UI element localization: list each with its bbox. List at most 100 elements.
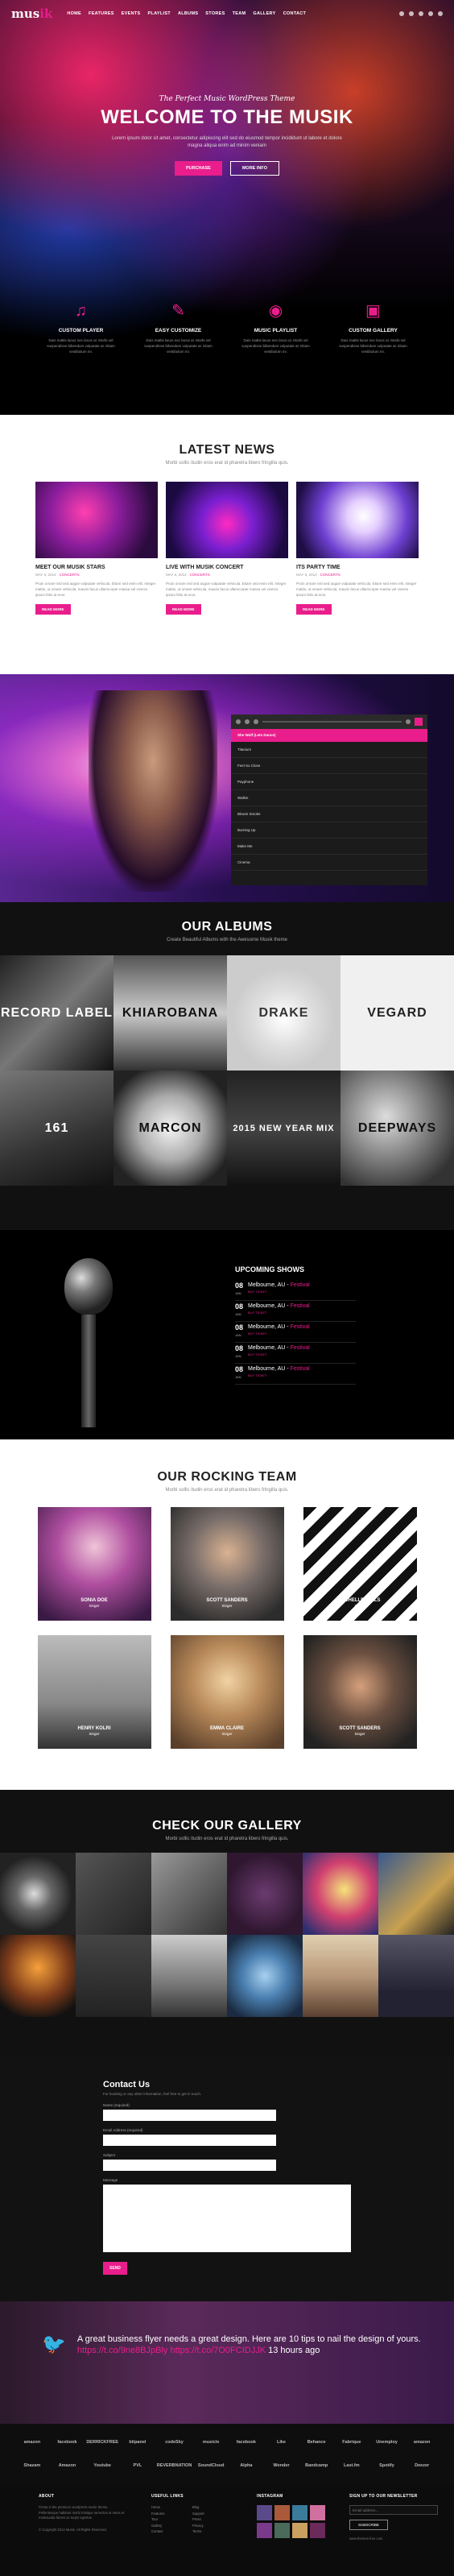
buy-ticket-link[interactable]: BUY TICKET	[248, 1311, 310, 1315]
read-more-button[interactable]: READ MORE	[35, 604, 71, 615]
menu-item-stores[interactable]: STORES	[205, 11, 225, 16]
next-icon[interactable]	[254, 719, 258, 724]
now-playing[interactable]: She Wolf (Lets Dance)	[231, 729, 427, 742]
footer-link[interactable]: Tour	[151, 2517, 192, 2523]
google-plus-icon[interactable]	[419, 11, 423, 16]
album-cover[interactable]: 2015 NEW YEAR MIX	[227, 1071, 340, 1186]
purchase-button[interactable]: PURCHASE	[174, 161, 222, 176]
playlist-item[interactable]: Feel So Close	[231, 758, 427, 774]
footer-link[interactable]: Privacy	[192, 2524, 233, 2529]
news-image[interactable]	[296, 482, 419, 558]
news-image[interactable]	[166, 482, 288, 558]
instagram-thumb[interactable]	[257, 2505, 272, 2520]
name-field[interactable]	[103, 2110, 276, 2121]
footer-link[interactable]: Terms	[192, 2529, 233, 2535]
menu-item-gallery[interactable]: GALLERY	[253, 11, 275, 16]
footer-link[interactable]: Home	[151, 2505, 192, 2511]
gallery-image[interactable]	[151, 1853, 227, 1935]
team-member[interactable]: SONIA DOE Singer	[37, 1507, 151, 1621]
menu-item-albums[interactable]: ALBUMS	[178, 11, 198, 16]
team-member[interactable]: SCOTT SANDERS Singer	[170, 1507, 284, 1621]
album-cover[interactable]: MARCON	[114, 1071, 227, 1186]
footer-link[interactable]: Contact	[151, 2529, 192, 2535]
album-cover[interactable]: DEEPWAYS	[340, 1071, 454, 1186]
tweet-link[interactable]: https://t.co/9ne8BJpBly https://t.co/7O0…	[77, 2346, 266, 2355]
subscribe-button[interactable]: SUBSCRIBE	[349, 2520, 389, 2530]
footer-link[interactable]: Gallery	[151, 2524, 192, 2529]
playlist-item[interactable]: Payphone	[231, 774, 427, 790]
read-more-button[interactable]: READ MORE	[296, 604, 332, 615]
menu-item-home[interactable]: HOME	[67, 11, 81, 16]
footer-instagram: INSTAGRAM	[257, 2494, 325, 2566]
menu-item-features[interactable]: FEATURES	[89, 11, 114, 16]
newsletter-email-input[interactable]: Email address...	[349, 2505, 438, 2515]
gallery-image[interactable]	[227, 1853, 303, 1935]
gallery-image[interactable]	[151, 1935, 227, 2017]
team-member[interactable]: EMMA CLAIRE Singer	[170, 1635, 284, 1749]
subject-field[interactable]	[103, 2160, 276, 2171]
album-cover[interactable]: KHIAROBANA	[114, 955, 227, 1071]
footer-link[interactable]: Press	[192, 2517, 233, 2523]
playlist-icon[interactable]	[415, 718, 423, 726]
instagram-thumb[interactable]	[274, 2505, 290, 2520]
buy-ticket-link[interactable]: BUY TICKET	[248, 1373, 310, 1377]
gallery-image[interactable]	[76, 1935, 151, 2017]
playlist-item[interactable]: Titanium	[231, 742, 427, 758]
menu-item-events[interactable]: EVENTS	[122, 11, 141, 16]
client-logo: Deezer	[415, 2463, 430, 2469]
album-cover[interactable]: RECORD LABEL	[0, 955, 114, 1071]
playlist-item[interactable]: Make Me	[231, 839, 427, 855]
volume-icon[interactable]	[406, 719, 411, 724]
gallery-image[interactable]	[303, 1935, 378, 2017]
message-field[interactable]	[103, 2185, 351, 2252]
gallery-image[interactable]	[0, 1935, 76, 2017]
footer-link[interactable]: Blog	[192, 2505, 233, 2511]
news-image[interactable]	[35, 482, 158, 558]
gallery-image[interactable]	[76, 1853, 151, 1935]
menu-item-team[interactable]: TEAM	[233, 11, 246, 16]
more-info-button[interactable]: MORE INFO	[229, 161, 280, 176]
search-icon[interactable]	[438, 11, 443, 16]
site-logo[interactable]: musik	[11, 6, 52, 21]
news-card-title[interactable]: LIVE WITH MUSIK CONCERT	[166, 565, 288, 570]
pinterest-icon[interactable]	[428, 11, 433, 16]
instagram-thumb[interactable]	[257, 2523, 272, 2538]
album-cover[interactable]: 161	[0, 1071, 114, 1186]
gallery-image[interactable]	[0, 1853, 76, 1935]
gallery-image[interactable]	[378, 1853, 454, 1935]
twitter-icon[interactable]	[409, 11, 414, 16]
instagram-thumb[interactable]	[292, 2523, 307, 2538]
buy-ticket-link[interactable]: BUY TICKET	[248, 1352, 310, 1356]
instagram-thumb[interactable]	[274, 2523, 290, 2538]
menu-item-playlist[interactable]: PLAYLIST	[147, 11, 170, 16]
buy-ticket-link[interactable]: BUY TICKET	[248, 1331, 310, 1336]
instagram-thumb[interactable]	[310, 2523, 325, 2538]
footer-link[interactable]: Features	[151, 2512, 192, 2517]
team-member[interactable]: HENRY KOLRI Singer	[37, 1635, 151, 1749]
email-field[interactable]	[103, 2135, 276, 2146]
gallery-image[interactable]	[378, 1935, 454, 2017]
album-cover[interactable]: DRAKE	[227, 955, 340, 1071]
send-button[interactable]: SEND	[103, 2262, 127, 2275]
playlist-item[interactable]: Blowin Smoke	[231, 806, 427, 822]
footer-link[interactable]: Support	[192, 2512, 233, 2517]
play-icon[interactable]	[245, 719, 250, 724]
gallery-image[interactable]	[227, 1935, 303, 2017]
read-more-button[interactable]: READ MORE	[166, 604, 201, 615]
facebook-icon[interactable]	[399, 11, 404, 16]
playlist-item[interactable]: Walkin	[231, 790, 427, 806]
playlist-item[interactable]: Cinema	[231, 855, 427, 871]
progress-bar[interactable]	[262, 721, 402, 723]
team-member[interactable]: MICHELLE WILLS Singer	[303, 1507, 417, 1621]
gallery-image[interactable]	[303, 1853, 378, 1935]
news-card-title[interactable]: MEET OUR MUSIK STARS	[35, 565, 158, 570]
album-cover[interactable]: VEGARD	[340, 955, 454, 1071]
team-member[interactable]: SCOTT SANDERS Singer	[303, 1635, 417, 1749]
prev-icon[interactable]	[236, 719, 241, 724]
playlist-item[interactable]: Burning Up	[231, 822, 427, 839]
instagram-thumb[interactable]	[310, 2505, 325, 2520]
buy-ticket-link[interactable]: BUY TICKET	[248, 1290, 310, 1294]
menu-item-contact[interactable]: CONTACT	[283, 11, 307, 16]
instagram-thumb[interactable]	[292, 2505, 307, 2520]
news-card-title[interactable]: ITS PARTY TIME	[296, 565, 419, 570]
